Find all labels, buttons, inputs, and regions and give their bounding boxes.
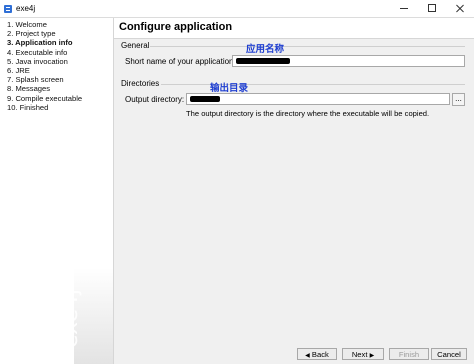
step-item-active[interactable]: 3. Application info xyxy=(7,38,113,47)
finish-button[interactable]: Finish xyxy=(389,348,429,360)
general-section-heading: General xyxy=(121,41,150,50)
back-button-label: Back xyxy=(311,350,329,359)
output-directory-label: Output directory: xyxy=(125,95,185,104)
title-bar: exe4j xyxy=(0,0,474,18)
output-directory-input[interactable] xyxy=(186,93,450,105)
next-button-label: Next xyxy=(351,350,368,359)
step-item[interactable]: 8. Messages xyxy=(7,84,113,93)
step-item[interactable]: 7. Splash screen xyxy=(7,75,113,84)
step-list: 1. Welcome 2. Project type 3. Applicatio… xyxy=(0,18,113,112)
redaction-mark xyxy=(190,96,220,102)
step-item[interactable]: 5. Java invocation xyxy=(7,57,113,66)
next-button[interactable]: Next ▶ xyxy=(342,348,384,360)
directories-section-heading: Directories xyxy=(121,79,160,88)
step-item[interactable]: 6. JRE xyxy=(7,66,113,75)
output-directory-annotation: 输出目录 xyxy=(210,83,249,94)
short-name-label: Short name of your application: xyxy=(125,57,236,66)
short-name-input[interactable] xyxy=(232,55,465,67)
step-item[interactable]: 4. Executable info xyxy=(7,48,113,57)
directories-section-divider xyxy=(161,84,465,85)
wizard-steps-sidebar: 1. Welcome 2. Project type 3. Applicatio… xyxy=(0,18,114,364)
next-arrow-icon: ▶ xyxy=(369,353,375,359)
maximize-icon[interactable] xyxy=(418,0,446,17)
sidebar-watermark-logo: exe4j xyxy=(58,288,83,348)
step-item[interactable]: 2. Project type xyxy=(7,29,113,38)
cancel-button[interactable]: Cancel xyxy=(431,348,467,360)
minimize-icon[interactable] xyxy=(390,0,418,17)
page-title: Configure application xyxy=(119,21,233,33)
back-arrow-icon: ◀ xyxy=(305,353,310,359)
redaction-mark xyxy=(236,58,290,64)
step-item[interactable]: 9. Compile executable xyxy=(7,94,113,103)
close-icon[interactable] xyxy=(446,0,474,17)
browse-button[interactable]: ... xyxy=(452,93,465,106)
back-button[interactable]: ◀ Back xyxy=(297,348,337,360)
step-item[interactable]: 1. Welcome xyxy=(7,20,113,29)
window-title: exe4j xyxy=(16,4,36,13)
output-directory-hint: The output directory is the directory wh… xyxy=(186,109,430,118)
short-name-annotation: 应用名称 xyxy=(246,44,285,55)
page-title-bar: Configure application xyxy=(114,18,474,39)
exe4j-app-icon xyxy=(4,4,12,13)
general-section-divider xyxy=(150,46,465,47)
step-item[interactable]: 10. Finished xyxy=(7,103,113,112)
window-controls xyxy=(390,0,474,17)
